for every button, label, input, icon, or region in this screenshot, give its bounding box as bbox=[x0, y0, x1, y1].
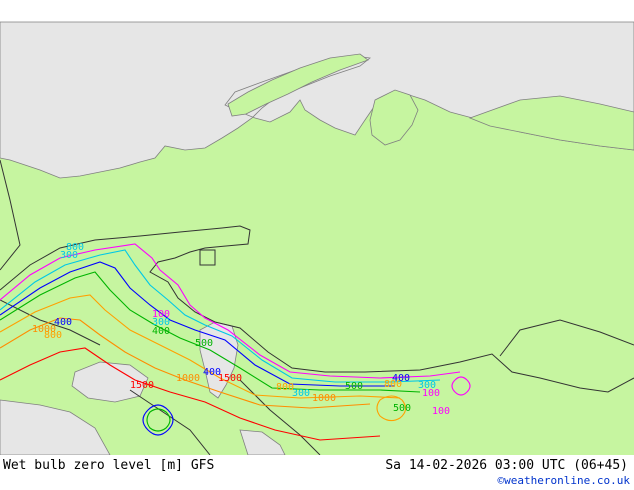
weather-map bbox=[0, 0, 634, 455]
contour-label: 1500 bbox=[218, 373, 243, 384]
contour-label: 400 bbox=[152, 326, 171, 337]
contour-label: 400 bbox=[392, 373, 411, 384]
contour-label: 400 bbox=[54, 317, 73, 328]
contour-label: 500 bbox=[195, 338, 214, 349]
contour-label: 500 bbox=[393, 403, 412, 414]
contour-label: 800 bbox=[44, 330, 63, 341]
contour-label: 300 bbox=[292, 388, 311, 399]
contour-label: 100 bbox=[432, 406, 451, 417]
contour-label: 300 bbox=[60, 250, 79, 261]
contour-label: 1000 bbox=[312, 393, 337, 404]
contour-label: 500 bbox=[345, 381, 364, 392]
forecast-datetime: Sa 14-02-2026 03:00 UTC (06+45) bbox=[385, 458, 628, 473]
map-title: Wet bulb zero level [m] GFS bbox=[3, 458, 215, 473]
contour-label: 1000 bbox=[176, 373, 201, 384]
contour-label: 100 bbox=[422, 388, 441, 399]
map-top-margin bbox=[0, 0, 634, 22]
credit-link[interactable]: ©weatheronline.co.uk bbox=[498, 474, 630, 487]
contour-label: 1500 bbox=[130, 380, 155, 391]
